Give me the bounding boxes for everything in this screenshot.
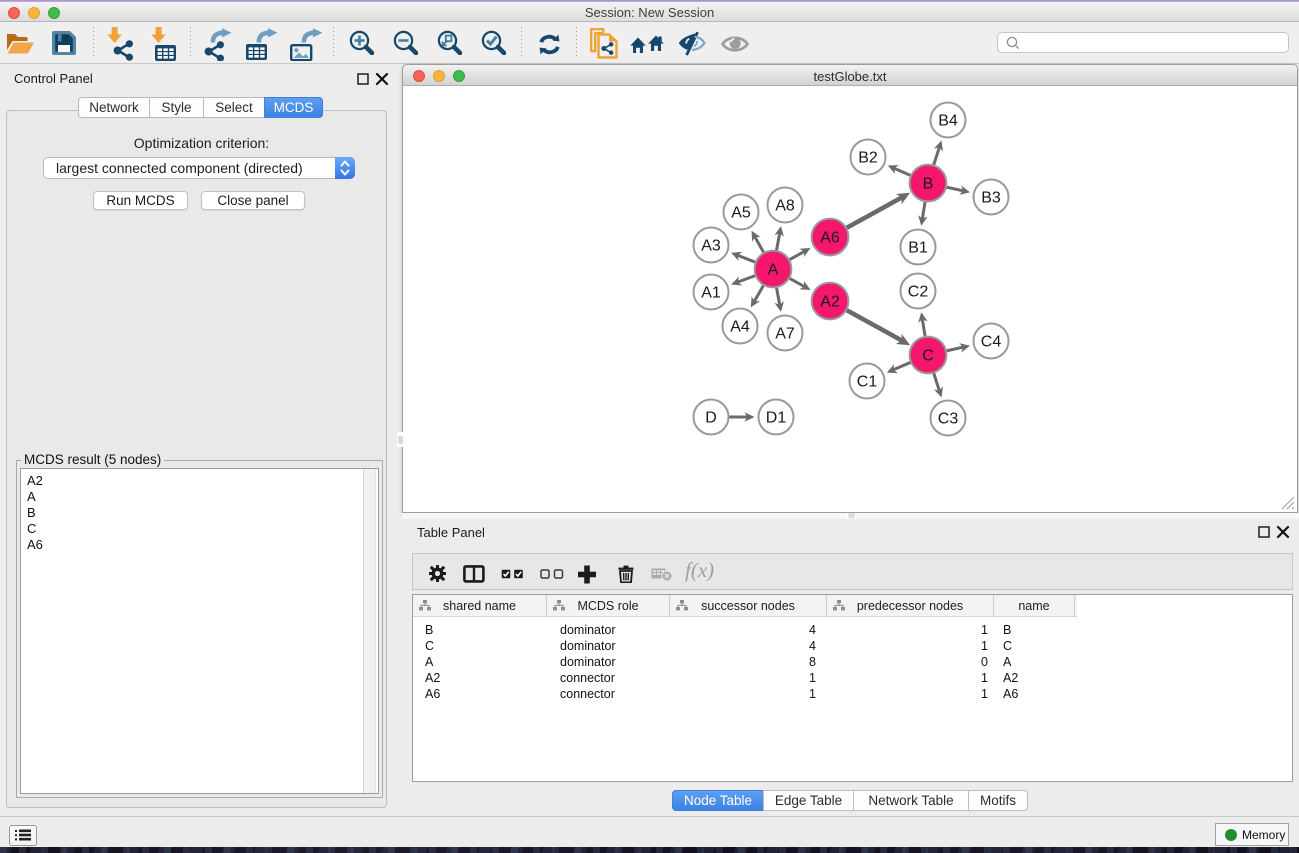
svg-text:D: D [705, 410, 717, 427]
svg-text:B2: B2 [858, 150, 878, 167]
svg-text:A: A [768, 262, 779, 279]
svg-text:A8: A8 [775, 198, 795, 215]
svg-text:A6: A6 [820, 230, 840, 247]
svg-text:A3: A3 [701, 238, 721, 255]
svg-text:B3: B3 [981, 190, 1001, 207]
svg-text:C3: C3 [938, 411, 959, 428]
svg-text:C1: C1 [857, 374, 878, 391]
svg-text:A5: A5 [731, 205, 751, 222]
svg-text:B: B [923, 176, 934, 193]
svg-text:A2: A2 [820, 294, 840, 311]
svg-text:B1: B1 [908, 240, 928, 257]
svg-text:C4: C4 [981, 334, 1002, 351]
svg-text:C2: C2 [908, 284, 929, 301]
svg-text:A7: A7 [775, 326, 795, 343]
svg-text:C: C [922, 348, 934, 365]
svg-text:D1: D1 [766, 410, 787, 427]
svg-text:A4: A4 [730, 319, 750, 336]
svg-text:A1: A1 [701, 285, 721, 302]
svg-text:B4: B4 [938, 113, 958, 130]
